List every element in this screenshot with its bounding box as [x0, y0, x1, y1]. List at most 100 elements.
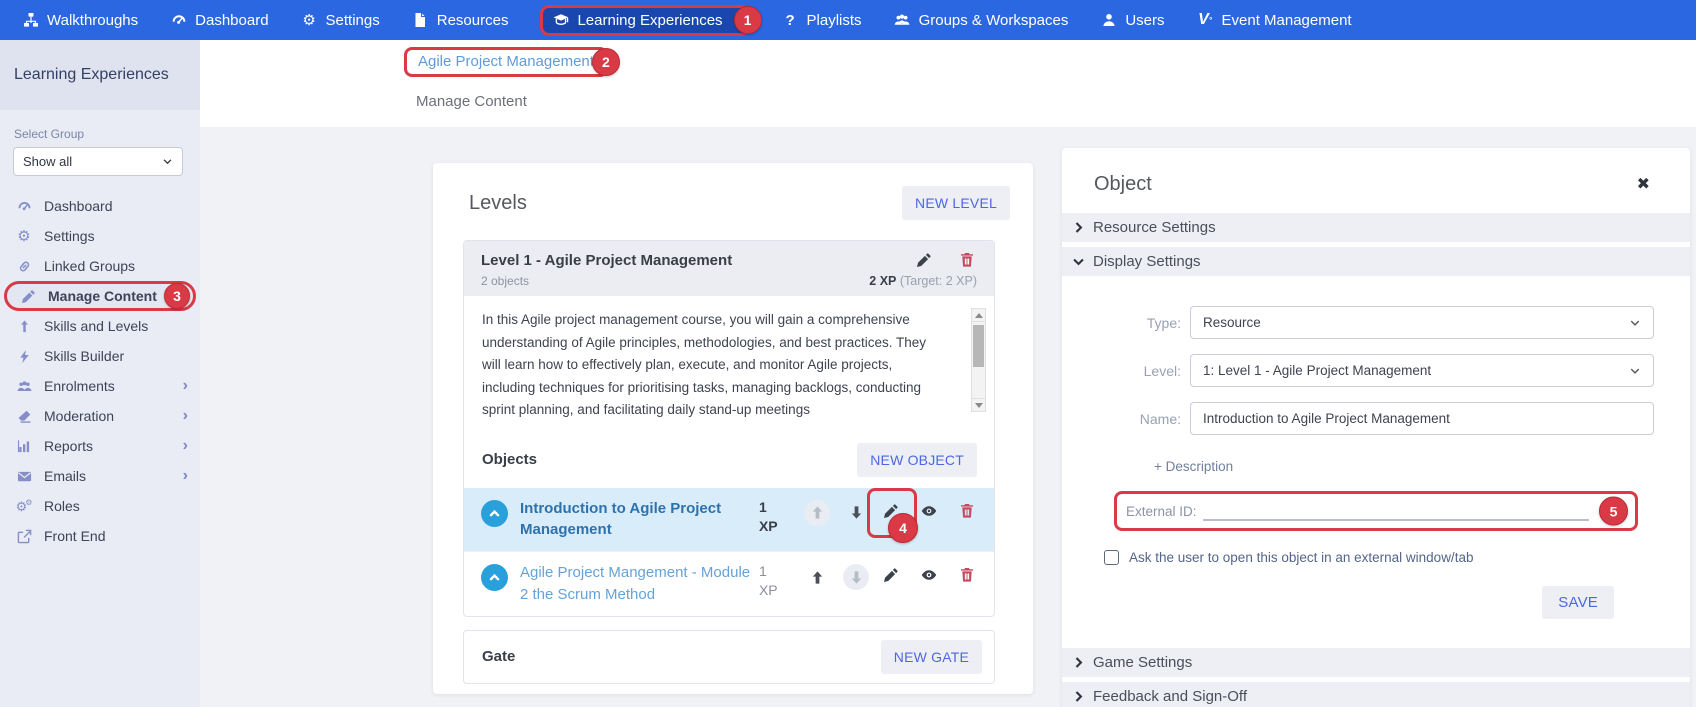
sidebar-item-manage-content[interactable]: Manage Content 3: [4, 281, 196, 311]
preview-object-icon[interactable]: [921, 503, 937, 519]
chevron-down-icon: [163, 159, 172, 165]
bolt-icon: [15, 349, 33, 364]
name-input[interactable]: [1190, 402, 1654, 435]
delete-level-icon[interactable]: [959, 252, 975, 268]
step-badge-2: 2: [591, 48, 620, 76]
nav-label: Walkthroughs: [47, 11, 139, 29]
nav-item-groups-workspaces[interactable]: Groups & Workspaces: [894, 11, 1069, 29]
sidebar-item-roles[interactable]: ⚙ ⚙ Roles: [0, 491, 200, 521]
nav-item-learning-experiences[interactable]: Learning Experiences 1: [540, 4, 762, 36]
sidebar-item-label: Manage Content: [48, 288, 157, 304]
section-label: Feedback and Sign-Off: [1093, 688, 1247, 705]
nav-item-settings[interactable]: ⚙ Settings: [301, 12, 379, 29]
sidebar-item-emails[interactable]: Emails ›: [0, 461, 200, 491]
group-select-value: Show all: [23, 154, 73, 169]
section-display-settings[interactable]: Display Settings: [1062, 247, 1690, 276]
sidebar-item-label: Moderation: [44, 408, 115, 424]
object-xp-label: XP: [758, 582, 778, 599]
pencil-icon: [19, 289, 37, 304]
levels-panel: Levels NEW LEVEL Level 1 - Agile Project…: [433, 163, 1033, 694]
sidebar-item-settings[interactable]: ⚙ Settings: [0, 221, 200, 251]
eraser-icon: [15, 409, 33, 424]
section-feedback-signoff[interactable]: Feedback and Sign-Off: [1062, 682, 1690, 707]
delete-object-icon[interactable]: [959, 567, 975, 583]
chevron-right-icon: [1075, 222, 1083, 233]
delete-object-icon[interactable]: [959, 503, 975, 519]
sidebar-item-moderation[interactable]: Moderation ›: [0, 401, 200, 431]
external-id-input[interactable]: [1202, 499, 1589, 521]
level-xp-target: (Target: 2 XP): [896, 274, 977, 288]
level-label: Level:: [1143, 362, 1181, 379]
nav-item-walkthroughs[interactable]: Walkthroughs: [22, 12, 138, 29]
scrollbar-thumb[interactable]: [973, 325, 984, 367]
move-up-icon[interactable]: [804, 499, 831, 526]
save-button[interactable]: SAVE: [1542, 586, 1614, 619]
description-scrollbar[interactable]: [971, 308, 986, 412]
sidebar-item-skills-and-levels[interactable]: Skills and Levels: [0, 311, 200, 341]
sidebar-item-dashboard[interactable]: Dashboard: [0, 191, 200, 221]
move-down-icon[interactable]: [843, 564, 870, 591]
nav-label: Groups & Workspaces: [918, 11, 1069, 29]
name-label: Name:: [1139, 410, 1181, 427]
sidebar-item-label: Dashboard: [44, 198, 113, 214]
sidebar-item-skills-builder[interactable]: Skills Builder: [0, 341, 200, 371]
new-gate-button[interactable]: NEW GATE: [880, 639, 982, 674]
type-select[interactable]: Resource: [1190, 306, 1654, 339]
move-up-icon[interactable]: [804, 564, 830, 590]
chevron-right-icon: [1075, 657, 1083, 668]
step-badge-3: 3: [164, 283, 190, 309]
scroll-up-icon[interactable]: [972, 309, 985, 322]
section-label: Resource Settings: [1093, 219, 1216, 236]
sidebar-item-reports[interactable]: Reports ›: [0, 431, 200, 461]
group-select[interactable]: Show all: [13, 147, 183, 176]
external-id-row: External ID: 5: [1114, 491, 1638, 531]
nav-label: Users: [1125, 11, 1165, 29]
object-xp-value: 1: [758, 563, 767, 580]
object-row: Introduction to Agile Project Management…: [464, 487, 994, 552]
level-description: In this Agile project management course,…: [482, 312, 927, 418]
nav-item-playlists[interactable]: ? Playlists: [782, 11, 862, 29]
sidebar-menu: Dashboard ⚙ Settings Linked Groups Manag…: [0, 191, 200, 551]
objects-heading: Objects: [482, 451, 538, 469]
users-icon: [15, 379, 33, 394]
new-level-button[interactable]: NEW LEVEL: [902, 186, 1010, 220]
object-title[interactable]: Introduction to Agile Project Management: [520, 498, 755, 542]
section-resource-settings[interactable]: Resource Settings: [1062, 213, 1690, 242]
close-icon[interactable]: ✖: [1637, 176, 1650, 193]
breadcrumb-link[interactable]: Agile Project Management: [418, 53, 594, 70]
sidebar-item-linked-groups[interactable]: Linked Groups: [0, 251, 200, 281]
scroll-down-icon[interactable]: [972, 398, 985, 411]
type-label: Type:: [1146, 314, 1181, 331]
object-row: Agile Project Mangement - Module 2 the S…: [464, 551, 994, 616]
external-link-icon: [15, 529, 33, 544]
object-xp-label: XP: [758, 517, 778, 534]
external-window-checkbox-label: Ask the user to open this object in an e…: [1129, 550, 1474, 565]
sidebar-item-label: Emails: [44, 468, 87, 484]
nav-item-users[interactable]: Users: [1100, 11, 1165, 29]
select-group-label: Select Group: [14, 127, 85, 141]
external-id-label: External ID:: [1126, 504, 1197, 519]
sidebar-item-front-end[interactable]: Front End: [0, 521, 200, 551]
sidebar-item-label: Front End: [44, 528, 106, 544]
nav-item-resources[interactable]: Resources: [412, 11, 509, 29]
new-object-button[interactable]: NEW OBJECT: [857, 442, 977, 477]
external-window-checkbox[interactable]: [1104, 550, 1119, 565]
nav-item-event-management[interactable]: V ° Event Management: [1197, 11, 1352, 29]
object-title[interactable]: Agile Project Mangement - Module 2 the S…: [520, 562, 755, 606]
add-description-link[interactable]: + Description: [1154, 459, 1654, 474]
nav-label: Playlists: [806, 11, 862, 29]
preview-object-icon[interactable]: [921, 567, 937, 583]
chevron-down-icon: [1630, 320, 1640, 326]
level-select[interactable]: 1: Level 1 - Agile Project Management: [1190, 354, 1654, 387]
section-game-settings[interactable]: Game Settings: [1062, 648, 1690, 677]
bar-chart-icon: [15, 439, 33, 454]
sitemap-icon: [22, 12, 39, 28]
edit-level-icon[interactable]: [916, 252, 932, 268]
sidebar-item-label: Linked Groups: [44, 258, 136, 274]
move-down-icon[interactable]: [843, 500, 869, 526]
edit-object-icon[interactable]: [883, 567, 899, 583]
nav-item-dashboard[interactable]: Dashboard: [170, 11, 269, 29]
nav-label: Dashboard: [195, 11, 269, 29]
nav-label: Resources: [436, 11, 509, 29]
sidebar-item-enrolments[interactable]: Enrolments ›: [0, 371, 200, 401]
